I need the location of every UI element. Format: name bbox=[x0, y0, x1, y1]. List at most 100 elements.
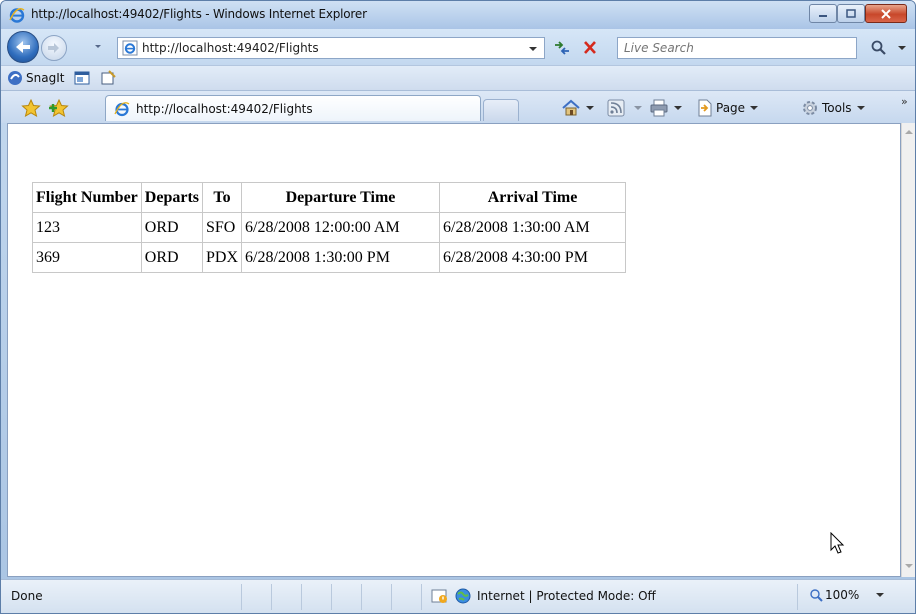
tab-command-bar: http://localhost:49402/Flights Page Tool… bbox=[1, 91, 915, 123]
snagit-icon bbox=[8, 71, 22, 85]
table-header-row: Flight Number Departs To Departure Time … bbox=[32, 182, 627, 213]
favorites-center-star-icon[interactable] bbox=[21, 99, 41, 117]
print-button[interactable] bbox=[649, 99, 683, 117]
table-cell: ORD bbox=[140, 242, 204, 273]
status-divider bbox=[391, 584, 392, 610]
security-zone-label: Internet | Protected Mode: Off bbox=[477, 589, 656, 603]
security-zone[interactable]: Internet | Protected Mode: Off bbox=[431, 588, 656, 604]
table-cell: 6/28/2008 4:30:00 PM bbox=[439, 242, 627, 273]
forward-button[interactable] bbox=[41, 35, 67, 61]
search-input[interactable] bbox=[624, 41, 844, 55]
page-icon bbox=[698, 99, 712, 117]
zoom-dropdown-icon bbox=[876, 593, 885, 597]
table-cell: ORD bbox=[140, 212, 204, 243]
search-options-dropdown-icon[interactable] bbox=[895, 41, 909, 55]
table-cell: 123 bbox=[32, 212, 142, 243]
home-button[interactable] bbox=[561, 99, 595, 117]
title-bar[interactable]: http://localhost:49402/Flights - Windows… bbox=[1, 1, 915, 29]
table-cell: 6/28/2008 1:30:00 PM bbox=[241, 242, 441, 273]
tab-label: http://localhost:49402/Flights bbox=[136, 101, 313, 116]
close-button[interactable] bbox=[865, 4, 907, 23]
navigation-bar: http://localhost:49402/Flights bbox=[1, 29, 915, 65]
snagit-options-button[interactable] bbox=[100, 70, 117, 86]
page-menu-label: Page bbox=[716, 101, 746, 115]
document-edit-icon bbox=[101, 70, 117, 85]
snagit-capture-button[interactable] bbox=[74, 70, 90, 86]
forward-arrow-icon bbox=[48, 43, 59, 53]
tools-menu-button[interactable]: Tools bbox=[801, 99, 866, 117]
mouse-cursor-icon bbox=[830, 532, 845, 554]
zoom-level: 100% bbox=[825, 588, 860, 602]
status-divider bbox=[797, 584, 798, 610]
page-dropdown-icon bbox=[750, 106, 759, 110]
search-box[interactable] bbox=[617, 37, 857, 59]
print-dropdown-icon[interactable] bbox=[673, 103, 683, 113]
tab-ie-icon bbox=[114, 101, 130, 116]
ie-logo-icon bbox=[9, 8, 25, 23]
feeds-dropdown-icon[interactable] bbox=[633, 103, 643, 113]
column-header: Flight Number bbox=[32, 182, 142, 213]
column-header: To bbox=[201, 182, 243, 213]
maximize-button[interactable] bbox=[837, 4, 865, 23]
protected-mode-warning-icon bbox=[431, 589, 447, 603]
minimize-icon bbox=[819, 14, 827, 17]
status-divider bbox=[361, 584, 362, 610]
status-bar: Done Internet | Protected Mode: Off 100% bbox=[1, 579, 915, 613]
tools-menu-label: Tools bbox=[822, 101, 852, 115]
scroll-up-button[interactable] bbox=[902, 125, 915, 139]
browser-window: http://localhost:49402/Flights - Windows… bbox=[0, 0, 916, 614]
address-url: http://localhost:49402/Flights bbox=[142, 41, 319, 55]
status-divider bbox=[241, 584, 242, 610]
table-cell: SFO bbox=[201, 212, 243, 243]
scroll-up-arrow-icon bbox=[905, 130, 913, 134]
back-arrow-icon bbox=[16, 41, 30, 53]
address-bar[interactable]: http://localhost:49402/Flights bbox=[117, 37, 545, 59]
column-header: Departure Time bbox=[241, 182, 441, 213]
add-favorite-icon[interactable] bbox=[49, 99, 69, 117]
status-divider bbox=[301, 584, 302, 610]
status-divider bbox=[331, 584, 332, 610]
home-dropdown-icon[interactable] bbox=[585, 103, 595, 113]
home-icon bbox=[562, 99, 580, 116]
links-toolbar: SnagIt bbox=[1, 65, 915, 91]
window-title: http://localhost:49402/Flights - Windows… bbox=[31, 7, 367, 21]
tools-dropdown-icon bbox=[856, 106, 865, 110]
print-icon bbox=[650, 99, 668, 117]
table-cell: PDX bbox=[201, 242, 243, 273]
status-divider bbox=[271, 584, 272, 610]
page-menu-button[interactable]: Page bbox=[697, 99, 759, 117]
toolbar-overflow-chevron-icon[interactable]: » bbox=[901, 95, 908, 108]
flights-table: Flight Number Departs To Departure Time … bbox=[32, 182, 627, 273]
refresh-icon[interactable] bbox=[551, 38, 573, 58]
recent-pages-dropdown-icon[interactable] bbox=[93, 41, 103, 51]
feeds-button[interactable] bbox=[607, 99, 643, 117]
stop-icon[interactable] bbox=[579, 38, 601, 58]
minimize-button[interactable] bbox=[809, 4, 837, 23]
table-cell: 369 bbox=[32, 242, 142, 273]
scroll-down-button[interactable] bbox=[902, 559, 915, 573]
zoom-control[interactable]: 100% bbox=[809, 588, 885, 602]
address-dropdown-icon[interactable] bbox=[528, 44, 538, 54]
status-text: Done bbox=[11, 589, 43, 603]
table-cell: 6/28/2008 1:30:00 AM bbox=[439, 212, 627, 243]
scroll-down-arrow-icon bbox=[905, 564, 913, 568]
zoom-icon bbox=[810, 589, 823, 602]
internet-globe-icon bbox=[455, 588, 471, 604]
new-tab-button[interactable] bbox=[483, 99, 519, 121]
column-header: Departs bbox=[140, 182, 204, 213]
gear-icon bbox=[803, 101, 817, 115]
page-content: Flight Number Departs To Departure Time … bbox=[7, 123, 901, 577]
capture-window-icon bbox=[74, 71, 90, 85]
search-icon[interactable] bbox=[869, 39, 889, 57]
table-row: 123 ORD SFO 6/28/2008 12:00:00 AM 6/28/2… bbox=[32, 212, 627, 243]
feeds-icon bbox=[607, 99, 625, 117]
table-cell: 6/28/2008 12:00:00 AM bbox=[241, 212, 441, 243]
page-ie-icon bbox=[122, 40, 138, 56]
status-divider bbox=[421, 584, 422, 610]
back-button[interactable] bbox=[7, 31, 39, 63]
column-header: Arrival Time bbox=[439, 182, 627, 213]
close-icon bbox=[881, 8, 891, 19]
vertical-scrollbar[interactable] bbox=[901, 123, 915, 577]
tab-flights[interactable]: http://localhost:49402/Flights bbox=[105, 95, 481, 121]
snagit-button[interactable]: SnagIt bbox=[7, 70, 64, 86]
